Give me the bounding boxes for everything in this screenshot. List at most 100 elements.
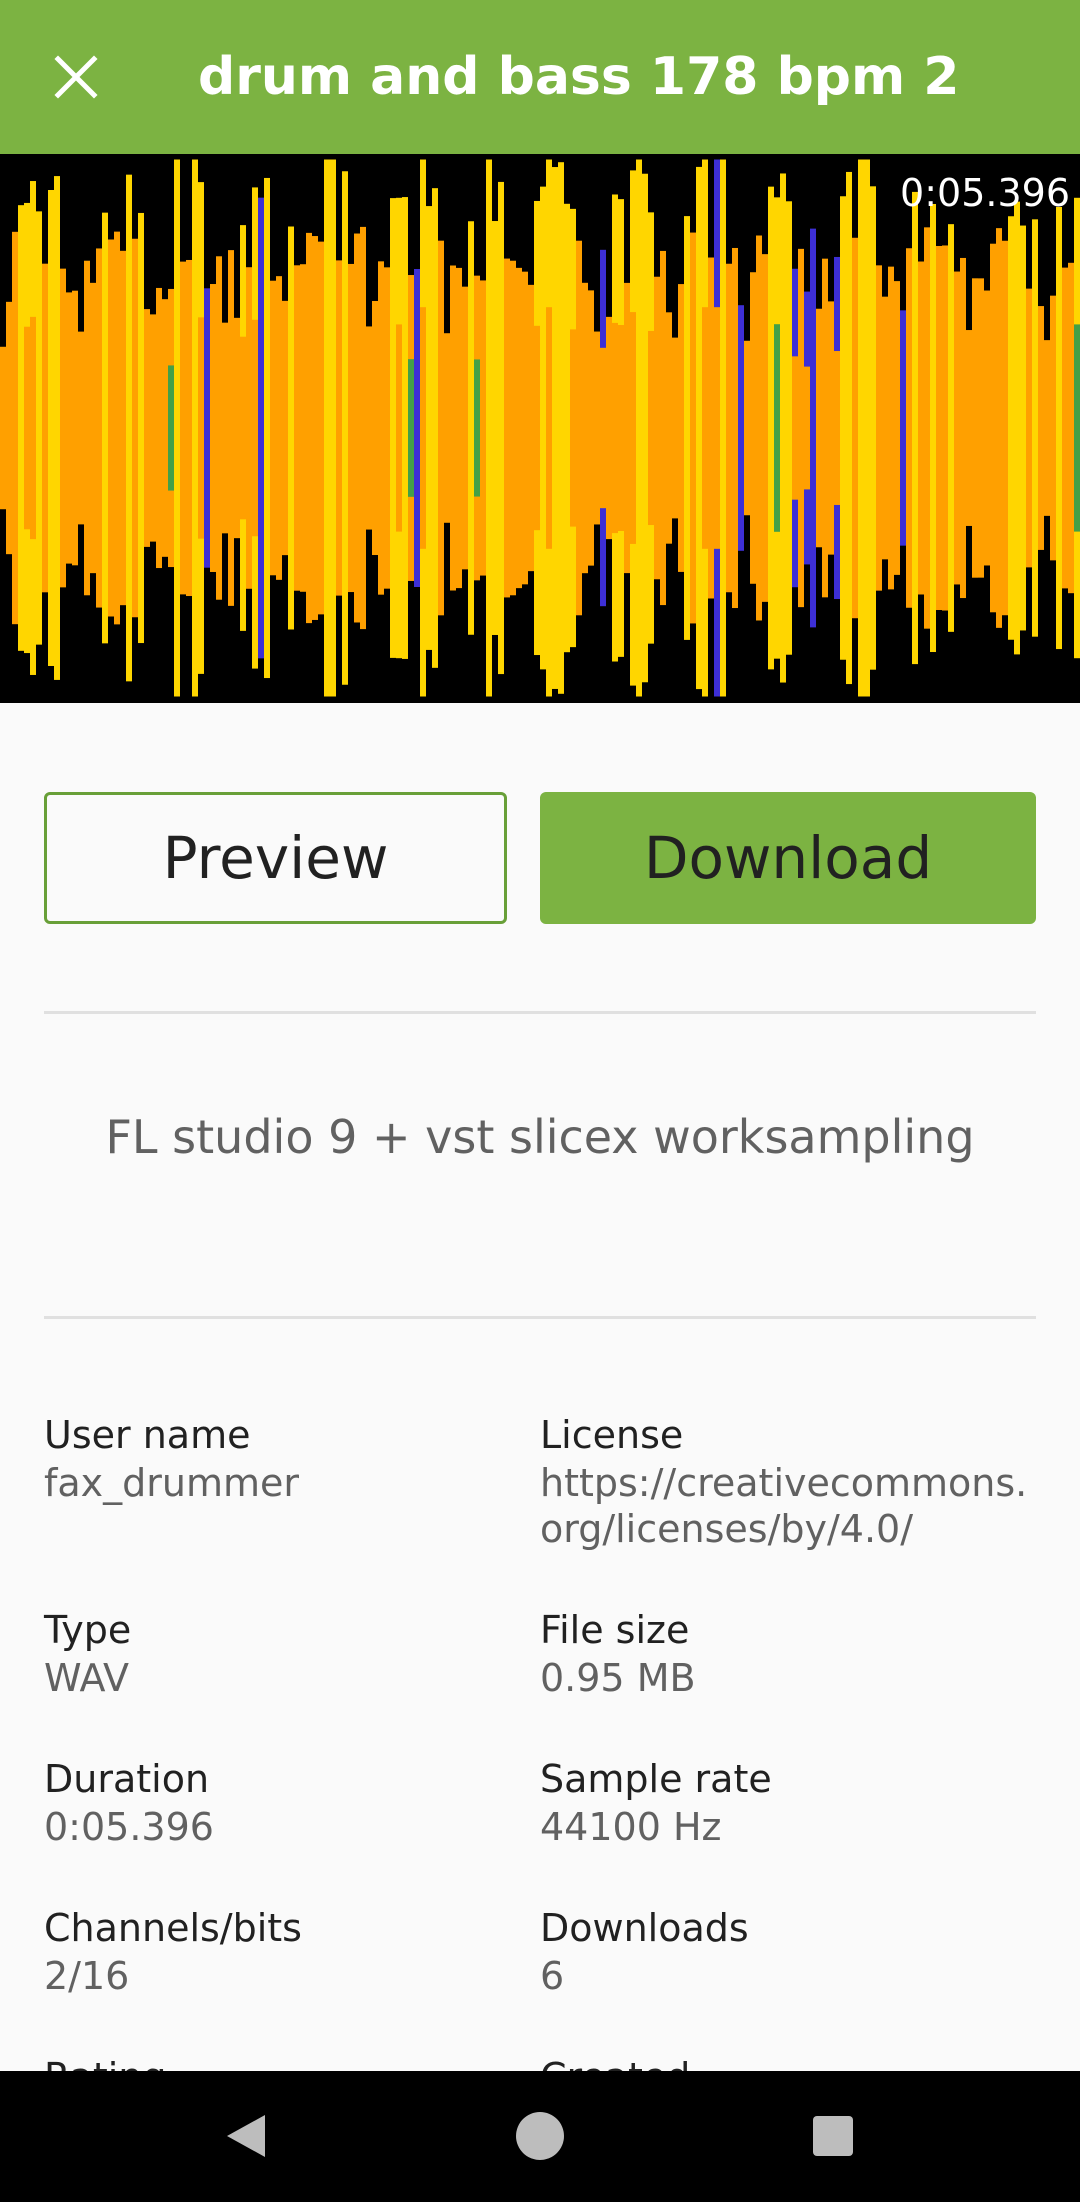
waveform-bar-core bbox=[60, 356, 66, 500]
waveform-bar bbox=[468, 221, 474, 635]
detail-downloads: Downloads 6 bbox=[540, 1903, 1036, 1999]
waveform-bar bbox=[210, 284, 216, 572]
waveform-bar bbox=[144, 309, 150, 547]
waveform-bar-core bbox=[726, 354, 732, 502]
waveform-bar bbox=[360, 226, 366, 630]
waveform-bar-core bbox=[198, 317, 204, 539]
license-link[interactable]: https://creativecommons.org/licenses/by/… bbox=[540, 1460, 1036, 1552]
waveform-bar-core bbox=[90, 362, 96, 494]
nav-recents-button[interactable] bbox=[783, 2091, 883, 2181]
waveform-bar bbox=[330, 159, 336, 697]
waveform-bar bbox=[720, 159, 726, 697]
waveform-bar bbox=[870, 186, 876, 670]
waveform-bar bbox=[1032, 219, 1038, 637]
waveform-bar bbox=[162, 299, 168, 557]
system-nav-bar bbox=[0, 2071, 1080, 2202]
waveform-bar-core bbox=[312, 341, 318, 515]
nav-home-button[interactable] bbox=[490, 2091, 590, 2181]
waveform-bar bbox=[846, 171, 852, 685]
waveform-bar bbox=[204, 288, 210, 568]
waveform-bar-core bbox=[612, 322, 618, 534]
waveform-bar-core bbox=[876, 354, 882, 502]
waveform-bar bbox=[948, 224, 954, 632]
waveform-bar bbox=[690, 232, 696, 624]
detail-label: License bbox=[540, 1413, 684, 1457]
waveform-bar bbox=[336, 260, 342, 596]
detail-label: User name bbox=[44, 1413, 251, 1457]
waveform-bar bbox=[6, 301, 12, 555]
waveform-bar bbox=[138, 212, 144, 644]
waveform-bar-core bbox=[834, 351, 840, 505]
waveform-bar bbox=[696, 166, 702, 690]
waveform-graphic bbox=[0, 159, 1080, 697]
waveform-bar-core bbox=[1074, 324, 1080, 532]
waveform-bar-core bbox=[24, 326, 30, 530]
waveform-bar-core bbox=[396, 324, 402, 532]
waveform-bar bbox=[636, 159, 642, 697]
waveform-bar bbox=[762, 254, 768, 602]
waveform-bar-core bbox=[378, 352, 384, 504]
back-triangle-icon bbox=[227, 2115, 265, 2157]
waveform-bar bbox=[828, 301, 834, 555]
waveform-bar bbox=[174, 159, 180, 697]
detail-type: Type WAV bbox=[44, 1605, 514, 1701]
waveform-bar bbox=[432, 188, 438, 668]
waveform-bar bbox=[816, 308, 822, 548]
waveform-bar bbox=[78, 331, 84, 525]
waveform-bar-core bbox=[12, 339, 18, 517]
detail-value: 6 bbox=[540, 1954, 565, 1998]
detail-file-size: File size 0.95 MB bbox=[540, 1605, 1036, 1701]
waveform-bar-core bbox=[570, 329, 576, 527]
waveform-bar-core bbox=[30, 316, 36, 540]
waveform-bar bbox=[864, 159, 870, 697]
waveform-bar bbox=[390, 198, 396, 658]
waveform-bar bbox=[522, 271, 528, 585]
waveform-bar-core bbox=[450, 354, 456, 502]
waveform-bar bbox=[48, 190, 54, 666]
waveform-bar bbox=[1038, 306, 1044, 550]
waveform-bar bbox=[594, 331, 600, 525]
waveform-bar bbox=[234, 317, 240, 539]
waveform-bar-core bbox=[996, 338, 1002, 518]
waveform-bar-core bbox=[732, 346, 738, 510]
waveform-bar bbox=[786, 201, 792, 655]
waveform-bar bbox=[966, 330, 972, 526]
preview-button[interactable]: Preview bbox=[44, 792, 507, 924]
detail-label: Downloads bbox=[540, 1906, 749, 1950]
waveform-bar bbox=[414, 269, 420, 587]
waveform-bar bbox=[564, 203, 570, 653]
waveform-bar bbox=[18, 205, 24, 651]
waveform-bar bbox=[582, 282, 588, 574]
waveform-bar bbox=[42, 263, 48, 593]
divider-bottom bbox=[44, 1316, 1036, 1319]
waveform-bar bbox=[498, 181, 504, 675]
waveform-bar-core bbox=[714, 307, 720, 549]
waveform-bar bbox=[684, 216, 690, 640]
waveform-bar bbox=[216, 256, 222, 600]
waveform-bar bbox=[552, 167, 558, 689]
nav-back-button[interactable] bbox=[196, 2091, 296, 2181]
detail-duration: Duration 0:05.396 bbox=[44, 1754, 514, 1850]
detail-value: 44100 Hz bbox=[540, 1805, 722, 1849]
waveform-bar-core bbox=[300, 354, 306, 502]
waveform-bar bbox=[354, 233, 360, 623]
waveform-bar bbox=[666, 312, 672, 544]
waveform-bar bbox=[402, 197, 408, 659]
download-button[interactable]: Download bbox=[540, 792, 1036, 924]
waveform-bar bbox=[756, 235, 762, 621]
detail-label: File size bbox=[540, 1608, 690, 1652]
close-button[interactable] bbox=[36, 37, 116, 117]
waveform-bar bbox=[186, 259, 192, 597]
detail-value: fax_drummer bbox=[44, 1461, 300, 1505]
waveform-bar bbox=[282, 300, 288, 556]
waveform-bar bbox=[1020, 225, 1026, 631]
waveform-bar bbox=[342, 171, 348, 685]
detail-value: 0.95 MB bbox=[540, 1656, 696, 1700]
waveform-bar bbox=[810, 228, 816, 628]
waveform-bar bbox=[324, 159, 330, 697]
waveform-bar-core bbox=[960, 351, 966, 505]
waveform-image[interactable]: 0:05.396 bbox=[0, 154, 1080, 703]
waveform-bar-core bbox=[408, 359, 414, 497]
waveform-bar bbox=[624, 282, 630, 574]
waveform-bar bbox=[276, 276, 282, 580]
